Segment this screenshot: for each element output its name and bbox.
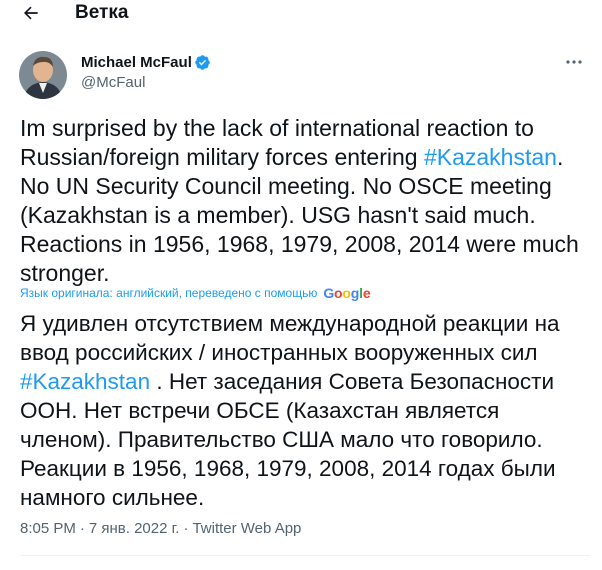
avatar[interactable]	[19, 51, 67, 99]
tweet-time[interactable]: 8:05 PM	[20, 520, 76, 537]
google-logo[interactable]: Google	[323, 285, 370, 301]
verified-badge-icon	[195, 55, 210, 70]
top-bar: Ветка	[0, 0, 602, 28]
arrow-left-icon	[24, 6, 38, 20]
tweet-source[interactable]: Twitter Web App	[192, 520, 301, 537]
translation-note-text: Язык оригинала: английский, переведено с…	[20, 286, 318, 300]
page-title: Ветка	[75, 2, 129, 23]
divider	[20, 555, 590, 556]
tweet-date[interactable]: 7 янв. 2022 г.	[89, 520, 180, 537]
author-name[interactable]: Michael McFaul	[81, 54, 192, 72]
hashtag-link[interactable]: #Kazakhstan	[424, 144, 557, 170]
meta-separator: ·	[183, 520, 189, 537]
meta-separator: ·	[79, 520, 85, 537]
tweet-text: Im surprised by the lack of internationa…	[20, 114, 595, 288]
avatar-portrait-icon	[19, 51, 67, 99]
back-button[interactable]	[16, 0, 46, 26]
more-options-button[interactable]	[562, 54, 586, 70]
translation-note: Язык оригинала: английский, переведено с…	[20, 285, 371, 301]
tweet-meta: 8:05 PM · 7 янв. 2022 г. · Twitter Web App	[20, 520, 301, 538]
more-horizontal-icon	[566, 60, 582, 64]
translated-text-part: Я удивлен отсутствием международной реак…	[20, 311, 560, 365]
translated-tweet-text: Я удивлен отсутствием международной реак…	[20, 309, 595, 512]
translated-hashtag-link[interactable]: #Kazakhstan	[20, 369, 150, 394]
author-handle[interactable]: @McFaul	[81, 74, 145, 92]
